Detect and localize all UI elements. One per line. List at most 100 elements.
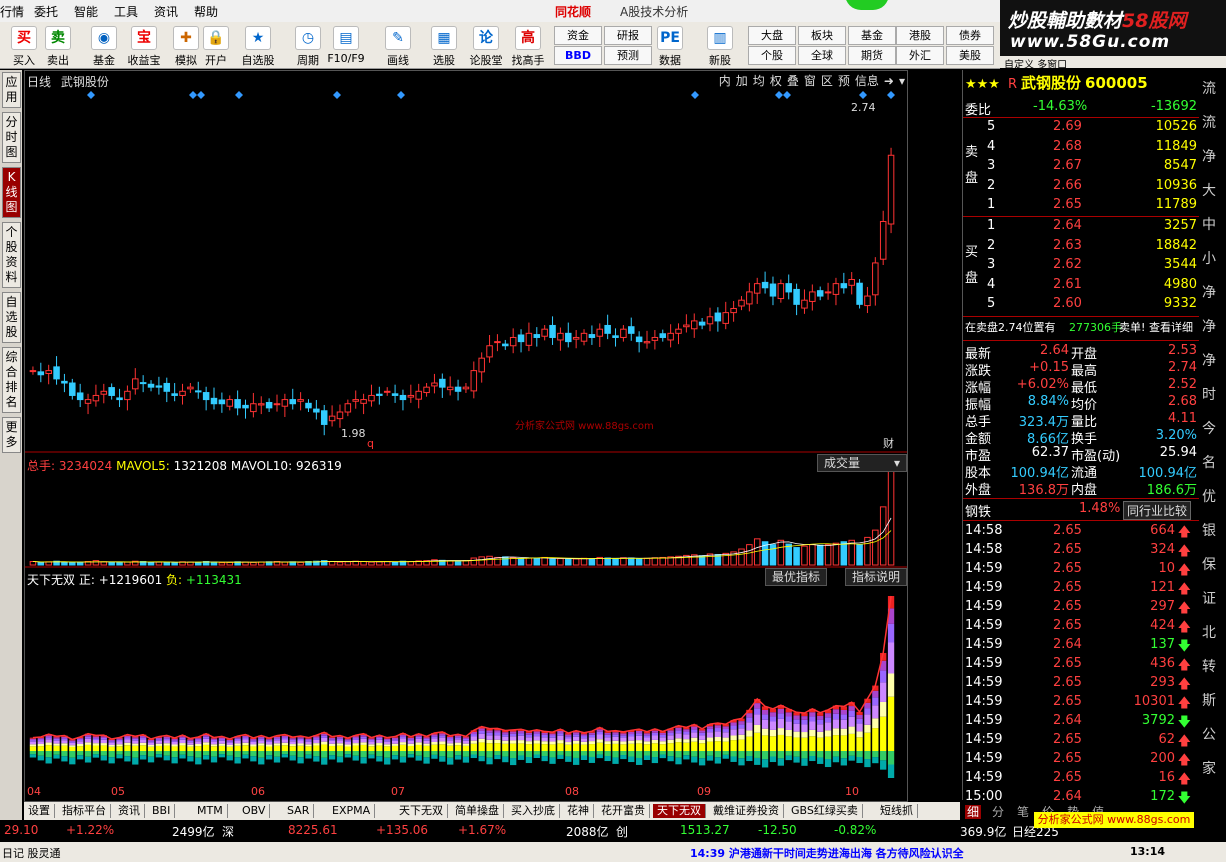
indicator-tab-10[interactable]: 买入抄底: [507, 804, 560, 818]
sub-bar-text[interactable]: 自定义 多窗口: [1004, 56, 1067, 71]
chart-tab-6[interactable]: 区: [821, 74, 833, 88]
kline-chart[interactable]: 2.741.98q财分析家公式网 www.88gs.com2.782.612.4…: [25, 71, 907, 801]
indicator-tab-16[interactable]: 短线抓: [876, 804, 918, 818]
view-detail-link[interactable]: 查看详细: [1149, 319, 1193, 335]
indicator-tab-7[interactable]: EXPMA: [328, 804, 376, 818]
status-left-text[interactable]: 日记 股灵通: [2, 845, 61, 861]
arrow-right-icon[interactable]: ➜: [884, 74, 894, 88]
vtab-6[interactable]: 更多: [2, 417, 21, 453]
quick-button-0[interactable]: 资金: [554, 26, 602, 45]
indicator-bar: [360, 742, 367, 745]
chart-tab-2[interactable]: 均: [753, 74, 765, 88]
candle-body: [45, 370, 52, 374]
indicator-tab-5[interactable]: OBV: [238, 804, 271, 818]
quick-button-13[interactable]: 美股: [946, 46, 994, 65]
quick-button-8[interactable]: 预测: [604, 46, 652, 65]
indicator-bar: [533, 740, 540, 744]
vtab-0[interactable]: 应用: [2, 72, 21, 108]
quick-button-9[interactable]: 个股: [748, 46, 796, 65]
menu-item-help[interactable]: 帮助: [194, 3, 218, 20]
toolbar-button-5[interactable]: 🔒 开户: [196, 24, 236, 67]
toolbar-button-10[interactable]: ▦ 选股: [424, 24, 464, 67]
menu-item-news[interactable]: 资讯: [154, 3, 178, 20]
toolbar-button-9[interactable]: ✎ 画线: [378, 24, 418, 67]
industry-compare-button[interactable]: 同行业比较: [1123, 501, 1192, 520]
indicator-tab-14[interactable]: 戴维证券投资: [709, 804, 784, 818]
indicator-bar: [848, 716, 855, 727]
quick-button-6[interactable]: 债券: [946, 26, 994, 45]
indicator-neg-bar: [565, 751, 572, 757]
indicator-neg-bar: [643, 751, 651, 756]
indicator-tab-2[interactable]: 资讯: [114, 804, 145, 818]
menu-item-tools[interactable]: 工具: [114, 3, 138, 20]
indicator-tab-15[interactable]: GBS红绿买卖: [787, 804, 863, 818]
toolbar-button-7[interactable]: ◷ 周期: [288, 24, 328, 67]
indicator-bar: [116, 746, 123, 751]
toolbar-button-13[interactable]: PE 数据: [650, 24, 690, 67]
quick-button-5[interactable]: 港股: [896, 26, 944, 45]
indicator-neg-bar: [313, 756, 320, 762]
panel-tab-1[interactable]: 分: [990, 805, 1006, 819]
indicator-tab-9[interactable]: 简单操盘: [451, 804, 504, 818]
indicator-bar: [439, 737, 446, 742]
toolbar-button-1[interactable]: 卖卖出: [38, 24, 78, 67]
chart-tab-7[interactable]: 预: [838, 74, 850, 88]
toolbar-button-12[interactable]: 高找高手: [508, 24, 548, 67]
indicator-help-button[interactable]: 指标说明: [845, 568, 907, 586]
quick-button-7[interactable]: BBD: [554, 46, 602, 65]
indicator-tab-3[interactable]: BBI: [148, 804, 176, 818]
quick-button-11[interactable]: 期货: [848, 46, 896, 65]
period-label[interactable]: 日线: [27, 75, 51, 89]
volume-bar: [163, 562, 171, 566]
indicator-tab-12[interactable]: 花开富贵: [597, 804, 650, 818]
indicator-tab-13[interactable]: 天下无双: [653, 804, 706, 818]
toolbar-button-3[interactable]: 宝收益宝: [124, 24, 164, 67]
quick-button-3[interactable]: 板块: [798, 26, 846, 45]
menu-item-market[interactable]: 行情: [0, 3, 24, 20]
indicator-tab-1[interactable]: 指标平台: [58, 804, 111, 818]
chart-tab-8[interactable]: 信息: [855, 74, 879, 88]
toolbar-button-14[interactable]: ▥ 新股: [700, 24, 740, 67]
vtab-1[interactable]: 分时图: [2, 112, 21, 163]
quick-button-4[interactable]: 基金: [848, 26, 896, 45]
indicator-tab-4[interactable]: MTM: [193, 804, 228, 818]
indicator-bar: [746, 713, 753, 718]
chart-tab-5[interactable]: 窗: [804, 74, 816, 88]
indicator-tab-6[interactable]: SAR: [283, 804, 315, 818]
industry-name[interactable]: 钢铁: [965, 501, 991, 520]
chart-tab-0[interactable]: 内: [719, 74, 731, 88]
vtab-2[interactable]: K线图: [2, 167, 21, 218]
toolbar-button-8[interactable]: ▤ F10/F9: [326, 24, 366, 66]
indicator-neg-bar: [604, 751, 611, 757]
chart-tab-3[interactable]: 权: [770, 74, 782, 88]
panel-tab-2[interactable]: 笔: [1015, 805, 1031, 819]
volume-indicator-select[interactable]: 成交量 ▾: [817, 454, 907, 472]
vtab-3[interactable]: 个股资料: [2, 222, 21, 288]
chart-tab-4[interactable]: 叠: [787, 74, 799, 88]
indicator-tab-0[interactable]: 设置: [24, 804, 55, 818]
chart-area[interactable]: 2.741.98q财分析家公式网 www.88gs.com2.782.612.4…: [24, 70, 908, 802]
chart-tab-1[interactable]: 加: [736, 74, 748, 88]
best-indicator-button[interactable]: 最优指标: [765, 568, 828, 586]
quick-button-12[interactable]: 外汇: [896, 46, 944, 65]
toolbar-button-11[interactable]: 论论股堂: [466, 24, 506, 67]
toolbar-button-6[interactable]: ★ 自选股: [238, 24, 278, 67]
quick-button-2[interactable]: 大盘: [748, 26, 796, 45]
indicator-tab-8[interactable]: 天下无双: [395, 804, 448, 818]
menu-item-smart[interactable]: 智能: [74, 3, 98, 20]
toolbar-button-2[interactable]: ◉ 基金: [84, 24, 124, 67]
indicator-bar: [447, 743, 454, 746]
vtab-4[interactable]: 自选股: [2, 292, 21, 343]
menu-item-trade[interactable]: 委托: [34, 3, 58, 20]
watermark-text-1: 炒股輔助數材: [1008, 10, 1123, 32]
indicator-tab-11[interactable]: 花神: [563, 804, 594, 818]
vtab-5[interactable]: 综合排名: [2, 347, 21, 413]
quick-button-10[interactable]: 全球: [798, 46, 846, 65]
volume-bar: [533, 557, 541, 566]
chevron-down-icon[interactable]: ▾: [899, 74, 905, 88]
panel-tab-0[interactable]: 细: [965, 805, 982, 819]
candle-body: [643, 341, 651, 344]
toolbar-label-8: F10/F9: [327, 52, 365, 65]
news-scroll-text[interactable]: 14:39 沪港通新干时间走势进海出海 各方待风险认识全: [690, 845, 964, 861]
quick-button-1[interactable]: 研报: [604, 26, 652, 45]
